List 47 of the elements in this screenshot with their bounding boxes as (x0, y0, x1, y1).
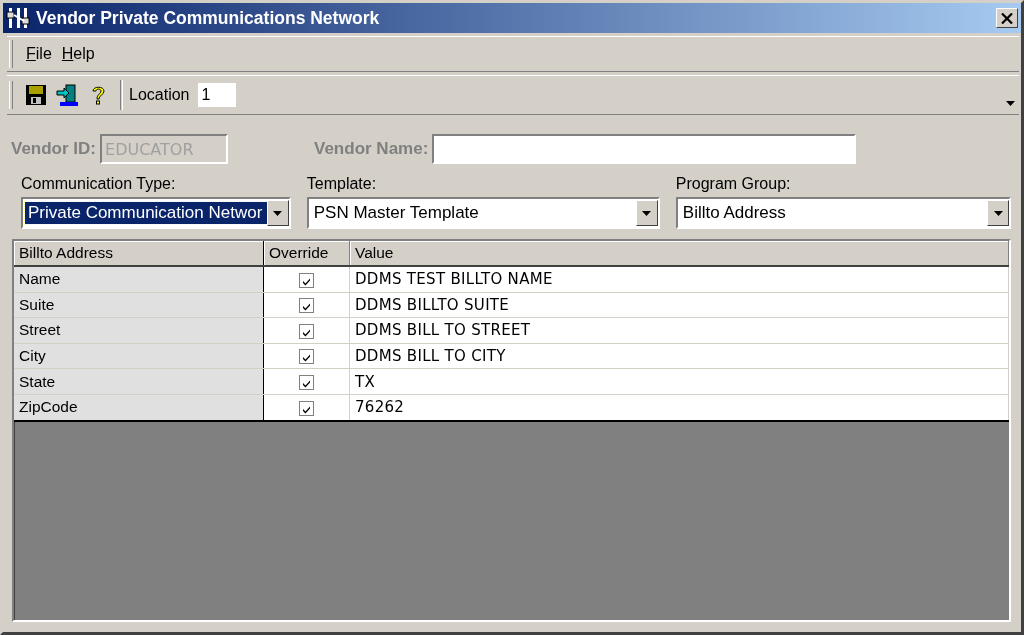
app-icon (6, 6, 32, 30)
column-header[interactable]: Value (349, 241, 1009, 266)
vendor-name-field[interactable] (432, 134, 857, 164)
dropdown-label: Template: (306, 175, 378, 193)
column-header[interactable]: Billto Address (14, 241, 264, 266)
value-cell[interactable]: DDMS TEST BILLTO NAME (349, 266, 1009, 293)
column-header[interactable]: Override (263, 241, 350, 266)
location-field[interactable]: 1 (197, 83, 236, 107)
row-label: Name (14, 266, 264, 293)
override-checkbox[interactable] (299, 349, 314, 365)
save-icon (25, 83, 48, 107)
dropdown-button[interactable] (635, 200, 658, 226)
value-cell[interactable]: 76262 (349, 394, 1009, 421)
menu-item[interactable]: File (21, 45, 57, 63)
caret-icon (642, 210, 652, 216)
override-checkbox[interactable] (299, 400, 314, 416)
row-label: ZipCode (14, 394, 264, 421)
dropdown[interactable]: Private Communication Networ (21, 197, 291, 229)
dropdown-label: Program Group: (675, 175, 792, 193)
override-checkbox[interactable] (299, 375, 314, 391)
value-cell[interactable]: DDMS BILL TO CITY (349, 343, 1009, 369)
override-checkbox[interactable] (299, 272, 314, 288)
row-label: State (14, 368, 264, 395)
dropdown-label: Communication Type: (21, 175, 177, 193)
value-cell[interactable]: TX (349, 368, 1009, 395)
row-label: Street (14, 317, 264, 344)
menu-item[interactable]: Help (56, 45, 100, 63)
row-label: City (14, 343, 264, 369)
vendor-id-label: Vendor ID: (11, 139, 96, 159)
dropdown-button[interactable] (987, 200, 1009, 226)
dropdown[interactable]: PSN Master Template (306, 197, 660, 229)
close-button[interactable] (996, 8, 1018, 28)
caret-icon (993, 210, 1003, 216)
override-checkbox[interactable] (299, 298, 314, 314)
close-icon (1001, 12, 1013, 24)
location-label: Location (129, 86, 190, 104)
override-checkbox[interactable] (299, 323, 314, 339)
value-cell[interactable]: DDMS BILLTO SUITE (349, 292, 1009, 318)
dropdown-button[interactable] (266, 200, 289, 226)
window-title: Vendor Private Communications Network (36, 7, 381, 29)
row-label: Suite (14, 292, 264, 318)
vendor-name-label: Vendor Name: (314, 139, 429, 159)
dropdown[interactable]: Billto Address (675, 197, 1011, 229)
exit-door-icon (56, 83, 79, 107)
caret-icon (273, 210, 283, 216)
toolbar-chevron-icon[interactable] (1006, 101, 1015, 106)
value-cell[interactable]: DDMS BILL TO STREET (349, 317, 1009, 344)
